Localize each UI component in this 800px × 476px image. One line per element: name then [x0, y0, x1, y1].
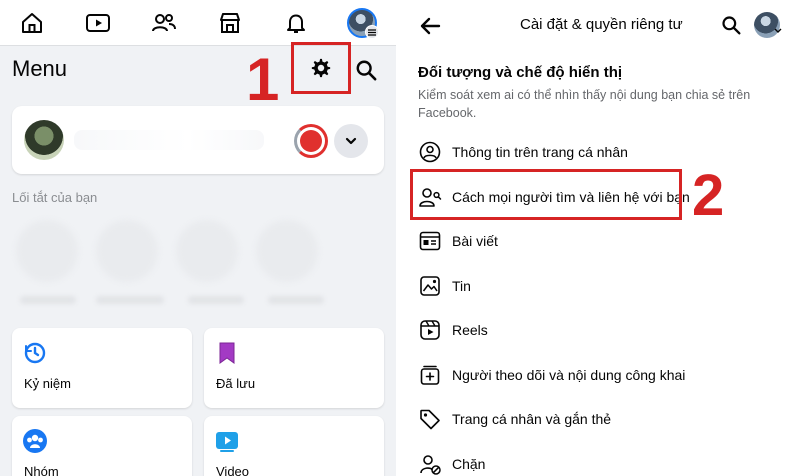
video-icon[interactable]	[80, 6, 116, 40]
profile-avatar[interactable]	[24, 120, 64, 160]
settings-item-reels[interactable]: Reels	[418, 312, 788, 348]
avatar	[347, 8, 379, 39]
settings-item-stories[interactable]: Tin	[418, 268, 788, 304]
home-icon[interactable]	[14, 6, 50, 40]
back-arrow-icon[interactable]	[416, 12, 444, 40]
reels-icon	[418, 318, 442, 342]
followers-icon	[418, 363, 442, 387]
shortcuts-label: Lối tắt của bạn	[12, 190, 98, 205]
story-avatar[interactable]	[294, 124, 328, 158]
tile-groups[interactable]: Nhóm	[12, 416, 192, 476]
hamburger-icon	[365, 25, 379, 39]
video-icon	[214, 428, 240, 454]
profile-name-blurred	[74, 130, 264, 150]
profile-menu-icon[interactable]	[344, 6, 380, 40]
chevron-down-icon[interactable]	[334, 124, 368, 158]
settings-item-label: Thông tin trên trang cá nhân	[452, 144, 628, 160]
tile-label: Video	[216, 464, 250, 476]
tile-video[interactable]: Video	[204, 416, 384, 476]
posts-icon	[418, 229, 442, 253]
settings-item-posts[interactable]: Bài viết	[418, 223, 788, 259]
groups-icon	[22, 428, 48, 454]
search-icon[interactable]	[352, 56, 380, 84]
settings-highlight-box	[291, 42, 351, 94]
search-icon[interactable]	[718, 12, 744, 38]
tag-icon	[418, 407, 442, 431]
friends-icon[interactable]	[146, 6, 182, 40]
shortcut-label-blurred	[96, 296, 164, 304]
settings-item-followers[interactable]: Người theo dõi và nội dung công khai	[418, 357, 788, 393]
shortcut-item[interactable]	[16, 220, 78, 282]
section-description: Kiểm soát xem ai có thể nhìn thấy nội du…	[418, 88, 751, 120]
story-thumbnail	[300, 130, 322, 152]
settings-item-label: Reels	[452, 322, 488, 338]
page-title: Cài đặt & quyền riêng tư	[520, 16, 683, 33]
settings-item-label: Tin	[452, 278, 471, 294]
gear-icon[interactable]	[310, 57, 332, 79]
profile-card[interactable]	[12, 106, 384, 174]
tile-memories[interactable]: Kỷ niệm	[12, 328, 192, 408]
annotation-step-2: 2	[692, 163, 725, 228]
tile-saved[interactable]: Đã lưu	[204, 328, 384, 408]
tile-label: Kỷ niệm	[24, 376, 71, 391]
panel-divider	[396, 0, 404, 476]
bell-icon[interactable]	[278, 6, 314, 40]
shortcut-label-blurred	[268, 296, 324, 304]
shortcut-label-blurred	[20, 296, 76, 304]
stories-icon	[418, 274, 442, 298]
settings-item-label: Trang cá nhân và gắn thẻ	[452, 411, 612, 427]
shortcuts-row	[12, 214, 384, 304]
settings-panel: Cài đặt & quyền riêng tư Đối tượng và ch…	[404, 0, 800, 476]
shortcut-item[interactable]	[96, 220, 158, 282]
annotation-step-1: 1	[246, 46, 280, 113]
marketplace-icon[interactable]	[212, 6, 248, 40]
block-icon	[418, 452, 442, 476]
settings-header: Cài đặt & quyền riêng tư	[404, 0, 800, 50]
settings-item-label: Chặn	[452, 456, 486, 472]
tile-label: Nhóm	[24, 464, 59, 476]
shortcut-label-blurred	[188, 296, 244, 304]
shortcut-item[interactable]	[176, 220, 238, 282]
chevron-down-icon	[774, 28, 782, 34]
saved-icon	[214, 340, 240, 366]
settings-item-profile-info[interactable]: Thông tin trên trang cá nhân	[418, 134, 788, 170]
settings-item-label: Bài viết	[452, 233, 498, 249]
section-title: Đối tượng và chế độ hiển thị	[418, 64, 623, 81]
settings-item-label: Người theo dõi và nội dung công khai	[452, 367, 686, 383]
profile-info-icon	[418, 140, 442, 164]
settings-item-block[interactable]: Chặn	[418, 446, 788, 476]
top-navigation-bar	[0, 0, 396, 46]
avatar[interactable]	[754, 12, 780, 38]
settings-item-tagging[interactable]: Trang cá nhân và gắn thẻ	[418, 401, 788, 437]
find-contact-highlight-box	[410, 169, 682, 220]
memories-icon	[22, 340, 48, 366]
tile-label: Đã lưu	[216, 376, 256, 391]
page-title: Menu	[12, 56, 68, 81]
shortcut-item[interactable]	[256, 220, 318, 282]
menu-panel: Menu 1 Lối tắt của bạn Kỷ niệm Đã lưu Nh…	[0, 0, 396, 476]
